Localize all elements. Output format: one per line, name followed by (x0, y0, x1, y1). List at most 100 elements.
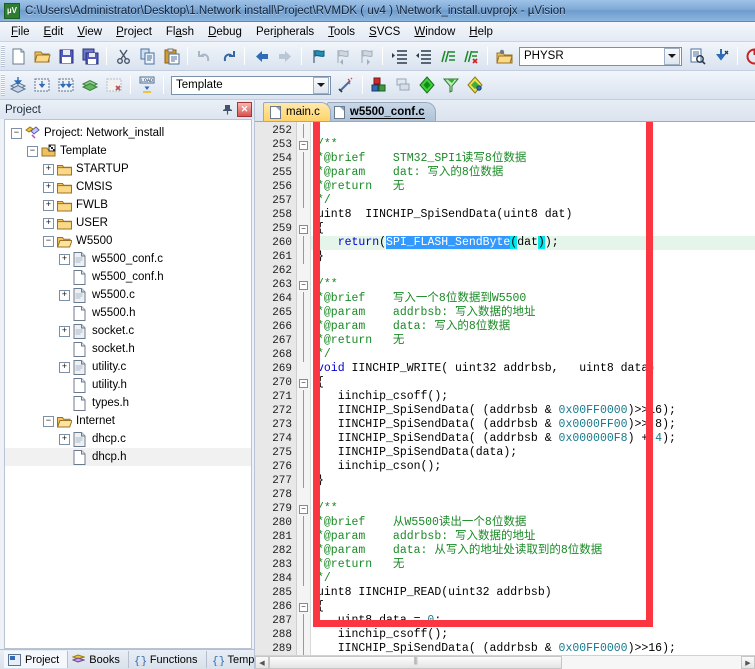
expand-toggle-icon[interactable]: + (59, 433, 70, 445)
code-line[interactable] (311, 488, 755, 502)
expand-toggle-icon[interactable]: + (43, 217, 54, 229)
menu-item-svcs[interactable]: SVCS (362, 24, 407, 40)
scroll-right-arrow-icon[interactable]: ▶ (741, 656, 755, 669)
panel-tab-functions[interactable]: {} Functions (129, 651, 207, 668)
multi-project-icon[interactable] (392, 74, 414, 96)
expand-toggle-icon[interactable]: + (43, 199, 54, 211)
menu-item-peripherals[interactable]: Peripherals (249, 24, 321, 40)
collapse-toggle-icon[interactable]: − (27, 145, 38, 157)
code-content[interactable]: /** *@brief STM32_SPI1读写8位数据 *@param dat: … (311, 122, 755, 655)
tree-node[interactable]: + w5500_conf.c (5, 250, 251, 268)
pin-icon[interactable] (220, 102, 235, 117)
project-tree[interactable]: − Project: Network_install − Template + START… (4, 119, 252, 649)
copy-icon[interactable] (136, 45, 158, 67)
code-line[interactable]: uint8 IINCHIP_READ(uint32 addrbsb) (311, 586, 755, 600)
close-icon[interactable]: ✕ (237, 102, 252, 117)
navigate-back-icon[interactable] (250, 45, 272, 67)
tree-node[interactable]: + w5500.c (5, 286, 251, 304)
menu-item-view[interactable]: View (70, 24, 109, 40)
panel-tab-templates[interactable]: {}Templates (207, 651, 254, 668)
tree-node[interactable]: + utility.c (5, 358, 251, 376)
rebuild-icon[interactable] (55, 74, 77, 96)
code-line[interactable]: */ (311, 194, 755, 208)
fold-collapse-icon[interactable]: − (297, 278, 310, 292)
tree-node[interactable]: w5500_conf.h (5, 268, 251, 286)
menu-item-edit[interactable]: Edit (37, 24, 71, 40)
indent-increase-icon[interactable] (388, 45, 410, 67)
tree-node[interactable]: utility.h (5, 376, 251, 394)
code-line[interactable]: } (311, 474, 755, 488)
tree-node[interactable]: + socket.c (5, 322, 251, 340)
tree-node[interactable]: types.h (5, 394, 251, 412)
code-line[interactable]: iinchip_csoff(); (311, 390, 755, 404)
target-select-combo[interactable]: Template (171, 75, 331, 95)
code-line[interactable]: { (311, 222, 755, 236)
expand-toggle-icon[interactable]: + (43, 163, 54, 175)
code-line[interactable]: { (311, 600, 755, 614)
indent-decrease-icon[interactable] (412, 45, 434, 67)
expand-toggle-icon[interactable]: + (59, 325, 70, 337)
goto-definition-icon[interactable] (710, 45, 732, 67)
build-icon[interactable] (31, 74, 53, 96)
code-line[interactable]: *@param data: 写入的8位数据 (311, 320, 755, 334)
code-line[interactable]: /** (311, 138, 755, 152)
panel-tab-books[interactable]: Books (68, 651, 129, 668)
editor-tab-w5500_conf-c[interactable]: w5500_conf.c (326, 102, 436, 121)
collapse-toggle-icon[interactable]: − (11, 127, 22, 139)
tree-node[interactable]: + dhcp.c (5, 430, 251, 448)
code-line[interactable]: uint8 IINCHIP_SpiSendData(uint8 dat) (311, 208, 755, 222)
code-line[interactable]: *@return 无 (311, 180, 755, 194)
batch-build-icon[interactable] (79, 74, 101, 96)
code-line[interactable]: *@brief 从W5500读出一个8位数据 (311, 516, 755, 530)
expand-toggle-icon[interactable]: + (59, 253, 70, 265)
cut-icon[interactable] (112, 45, 134, 67)
expand-toggle-icon[interactable]: + (43, 181, 54, 193)
redo-icon[interactable] (217, 45, 239, 67)
paste-icon[interactable] (160, 45, 182, 67)
fold-collapse-icon[interactable]: − (297, 600, 310, 614)
panel-tab-project[interactable]: Project (4, 651, 69, 668)
stop-build-icon[interactable] (103, 74, 125, 96)
menu-item-file[interactable]: File (4, 24, 37, 40)
translate-icon[interactable] (7, 74, 29, 96)
tree-node[interactable]: socket.h (5, 340, 251, 358)
tree-node[interactable]: + CMSIS (5, 178, 251, 196)
expand-toggle-icon[interactable]: + (59, 289, 70, 301)
manage-project-items-icon[interactable] (368, 74, 390, 96)
manage-run-env-icon[interactable] (440, 74, 462, 96)
tree-node[interactable]: + STARTUP (5, 160, 251, 178)
collapse-toggle-icon[interactable]: − (43, 415, 54, 427)
code-line[interactable]: *@param addrbsb: 写入数据的地址 (311, 530, 755, 544)
code-line[interactable]: iinchip_csoff(); (311, 628, 755, 642)
find-in-files-icon[interactable] (686, 45, 708, 67)
code-line[interactable]: *@return 无 (311, 558, 755, 572)
open-file-icon[interactable] (31, 45, 53, 67)
chevron-down-icon[interactable] (313, 76, 329, 94)
tree-node[interactable]: − Template (5, 142, 251, 160)
code-folding-column[interactable]: − − − − − − (297, 122, 311, 655)
uncomment-icon[interactable] (460, 45, 482, 67)
tree-node[interactable]: + USER (5, 214, 251, 232)
code-line[interactable]: return(SPI_FLASH_SendByte(dat)); (311, 236, 755, 250)
undo-icon[interactable] (193, 45, 215, 67)
menu-item-flash[interactable]: Flash (159, 24, 201, 40)
code-line[interactable]: { (311, 376, 755, 390)
save-icon[interactable] (55, 45, 77, 67)
bookmark-toggle-icon[interactable] (307, 45, 329, 67)
code-line[interactable]: *@return 无 (311, 334, 755, 348)
download-load-icon[interactable]: LOAD (136, 74, 158, 96)
tree-node[interactable]: dhcp.h (5, 448, 251, 466)
code-editor[interactable]: 252 253 254 255 256 257 258 259 260 261 262 263 264 2… (255, 122, 755, 655)
menu-item-window[interactable]: Window (407, 24, 462, 40)
navigate-forward-icon[interactable] (274, 45, 296, 67)
code-line[interactable]: *@param dat: 写入的8位数据 (311, 166, 755, 180)
pack-installer-icon[interactable] (416, 74, 438, 96)
fold-collapse-icon[interactable]: − (297, 502, 310, 516)
code-line[interactable]: /** (311, 502, 755, 516)
code-line[interactable]: void IINCHIP_WRITE( uint32 addrbsb, uint… (311, 362, 755, 376)
select-software-packs-icon[interactable] (464, 74, 486, 96)
scroll-left-arrow-icon[interactable]: ◀ (255, 656, 269, 669)
code-line[interactable]: IINCHIP_SpiSendData( (addrbsb & 0x00FF00… (311, 404, 755, 418)
menu-item-help[interactable]: Help (462, 24, 500, 40)
code-line[interactable]: IINCHIP_SpiSendData( (addrbsb & 0x00FF00… (311, 642, 755, 655)
